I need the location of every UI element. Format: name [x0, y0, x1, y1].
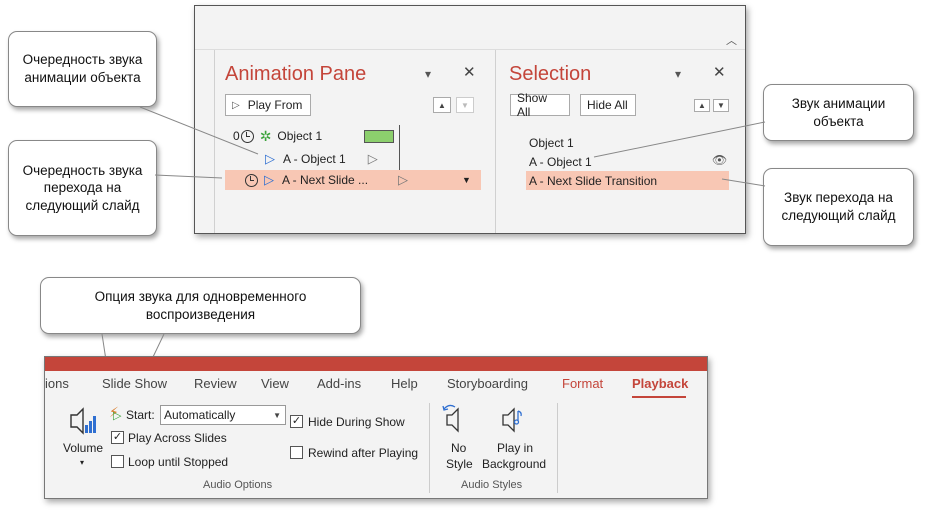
tab-review[interactable]: Review — [194, 376, 237, 391]
no-style-button[interactable] — [441, 403, 469, 440]
active-tab-underline — [632, 396, 686, 398]
start-label: Start: — [126, 408, 155, 422]
play-in-background-icon — [502, 407, 522, 433]
start-select-value: Automatically — [164, 408, 236, 422]
pointer-line — [721, 178, 766, 187]
play-in-background-label-1: Play in — [497, 441, 534, 455]
rewind-after-playing-label: Rewind after Playing — [308, 446, 419, 460]
chevron-down-icon: ▼ — [273, 410, 281, 420]
hide-during-show-label: Hide During Show — [308, 415, 405, 429]
play-across-slides-checkbox[interactable]: ✓ — [111, 431, 124, 444]
play-in-background-button[interactable] — [497, 403, 525, 440]
start-play-icon: ▷ — [113, 410, 122, 422]
loop-until-stopped-checkbox[interactable] — [111, 455, 124, 468]
pointer-line — [154, 174, 223, 179]
playback-ribbon: ions Slide Show Review View Add-ins Help… — [44, 356, 708, 499]
no-style-icon — [442, 404, 459, 433]
audio-options-group-label: Audio Options — [203, 479, 273, 491]
pointer-line — [139, 106, 259, 155]
volume-button[interactable] — [63, 403, 99, 444]
volume-label: Volume — [63, 441, 104, 455]
group-separator — [557, 403, 558, 493]
tab-help[interactable]: Help — [391, 376, 418, 391]
audio-styles-group-label: Audio Styles — [461, 479, 523, 491]
tab-view[interactable]: View — [261, 376, 289, 391]
tab-storyboarding[interactable]: Storyboarding — [447, 376, 528, 391]
tab-slide-show[interactable]: Slide Show — [102, 376, 167, 391]
no-style-label-1: No — [451, 441, 467, 455]
tab-transitions-partial[interactable]: ions — [45, 376, 69, 391]
loop-until-stopped-label: Loop until Stopped — [128, 455, 229, 469]
start-select[interactable]: Automatically ▼ — [160, 405, 286, 425]
rewind-after-playing-checkbox[interactable] — [290, 446, 303, 459]
volume-dropdown-icon[interactable]: ▾ — [80, 458, 84, 467]
tab-playback[interactable]: Playback — [632, 376, 688, 391]
tab-add-ins[interactable]: Add-ins — [317, 376, 361, 391]
hide-during-show-checkbox[interactable]: ✓ — [290, 415, 303, 428]
group-separator — [429, 403, 430, 493]
ribbon-title-bar — [45, 357, 707, 371]
no-style-label-2: Style — [446, 457, 473, 471]
play-across-slides-label: Play Across Slides — [128, 431, 227, 445]
volume-icon — [70, 407, 96, 435]
pointer-line — [593, 121, 766, 158]
tab-format[interactable]: Format — [562, 376, 603, 391]
play-in-background-label-2: Background — [482, 457, 547, 471]
